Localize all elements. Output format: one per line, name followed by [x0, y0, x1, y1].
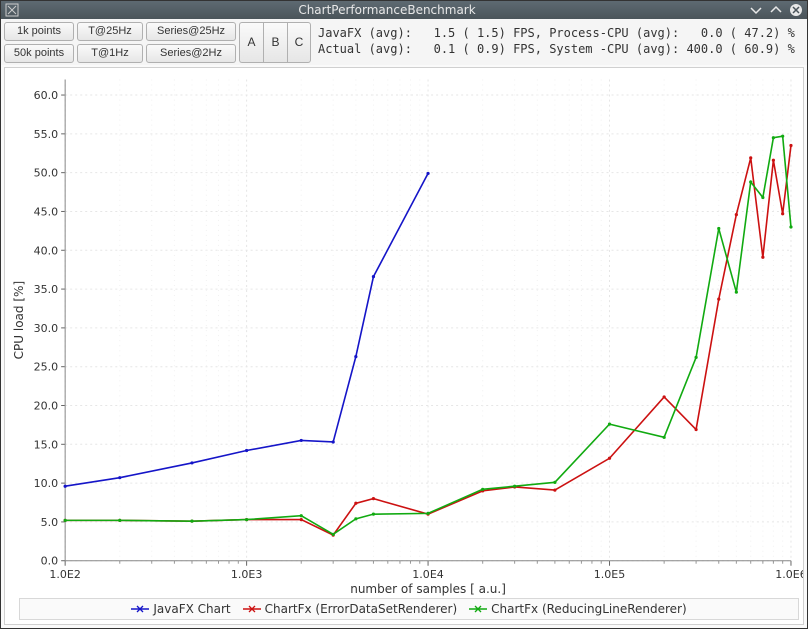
status-line-1: JavaFX (avg): 1.5 ( 1.5) FPS, Process-CP… — [318, 26, 795, 40]
svg-text:35.0: 35.0 — [34, 283, 59, 296]
minimize-icon[interactable] — [749, 3, 763, 17]
chart-canvas: 0.0 5.0 10.0 15.0 20.0 25.0 30.0 35.0 40.0 45.0 50… — [5, 68, 803, 624]
btn-series-2hz[interactable]: Series@2Hz — [146, 44, 236, 63]
legend-label: ChartFx (ErrorDataSetRenderer) — [265, 602, 458, 616]
btn-1k-points[interactable]: 1k points — [4, 22, 74, 41]
legend-item-chartfx-error: ChartFx (ErrorDataSetRenderer) — [243, 602, 458, 616]
svg-text:1.0E2: 1.0E2 — [49, 567, 81, 580]
svg-text:25.0: 25.0 — [34, 360, 59, 373]
svg-text:1.0E4: 1.0E4 — [412, 567, 444, 580]
close-icon[interactable] — [789, 3, 803, 17]
legend-item-javafx: JavaFX Chart — [131, 602, 230, 616]
svg-text:55.0: 55.0 — [34, 127, 59, 140]
status-readout: JavaFX (avg): 1.5 ( 1.5) FPS, Process-CP… — [314, 22, 804, 65]
svg-text:40.0: 40.0 — [34, 244, 59, 257]
window-title: ChartPerformanceBenchmark — [25, 3, 749, 17]
svg-text:CPU load [%]: CPU load [%] — [12, 280, 26, 359]
btn-50k-points[interactable]: 50k points — [4, 44, 74, 63]
legend-swatch-icon — [131, 602, 149, 616]
svg-text:10.0: 10.0 — [34, 477, 59, 490]
svg-text:1.0E3: 1.0E3 — [231, 567, 263, 580]
app-menu-icon[interactable] — [5, 3, 19, 17]
legend: JavaFX Chart ChartFx (ErrorDataSetRender… — [19, 598, 799, 620]
legend-label: ChartFx (ReducingLineRenderer) — [491, 602, 687, 616]
chart-area[interactable]: 0.0 5.0 10.0 15.0 20.0 25.0 30.0 35.0 40.0 45.0 50… — [4, 67, 804, 625]
svg-text:1.0E6: 1.0E6 — [775, 567, 803, 580]
svg-text:50.0: 50.0 — [34, 166, 59, 179]
svg-text:15.0: 15.0 — [34, 438, 59, 451]
svg-text:45.0: 45.0 — [34, 205, 59, 218]
btn-t-25hz[interactable]: T@25Hz — [77, 22, 143, 41]
btn-t-1hz[interactable]: T@1Hz — [77, 44, 143, 63]
legend-swatch-icon — [243, 602, 261, 616]
toggle-c[interactable]: C — [287, 22, 311, 63]
svg-text:number of samples [ a.u.]: number of samples [ a.u.] — [350, 581, 506, 595]
svg-text:1.0E5: 1.0E5 — [594, 567, 626, 580]
status-line-2: Actual (avg): 0.1 ( 0.9) FPS, System -CP… — [318, 42, 795, 56]
toggle-a[interactable]: A — [239, 22, 263, 63]
legend-label: JavaFX Chart — [153, 602, 230, 616]
toggle-b[interactable]: B — [263, 22, 287, 63]
svg-text:0.0: 0.0 — [41, 554, 59, 567]
svg-text:5.0: 5.0 — [41, 516, 59, 529]
svg-text:30.0: 30.0 — [34, 322, 59, 335]
legend-item-chartfx-reducing: ChartFx (ReducingLineRenderer) — [469, 602, 687, 616]
maximize-icon[interactable] — [769, 3, 783, 17]
btn-series-25hz[interactable]: Series@25Hz — [146, 22, 236, 41]
svg-text:20.0: 20.0 — [34, 399, 59, 412]
legend-swatch-icon — [469, 602, 487, 616]
svg-text:60.0: 60.0 — [34, 89, 59, 102]
window-titlebar: ChartPerformanceBenchmark — [1, 1, 807, 19]
toolbar: 1k points 50k points T@25Hz T@1Hz Series… — [1, 19, 807, 65]
